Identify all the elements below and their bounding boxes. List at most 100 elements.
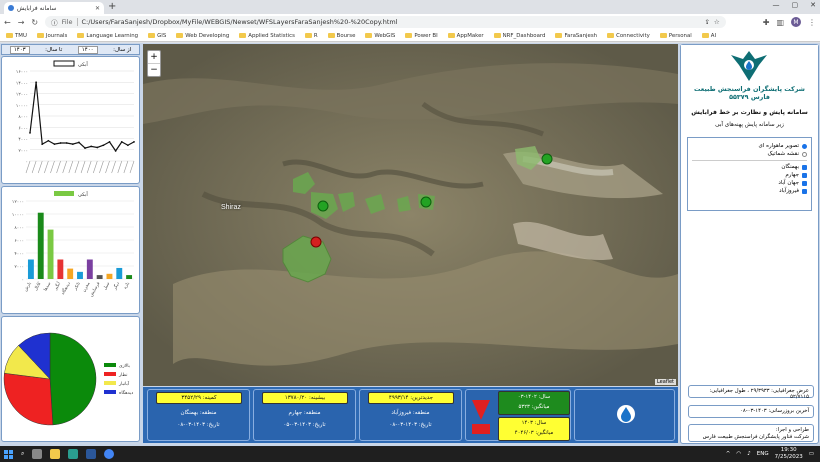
site-marker[interactable] [317,200,329,212]
legend-label: بالازی [119,364,130,369]
layer-item[interactable]: جهان آباد [692,180,807,186]
checkbox-icon[interactable] [802,180,807,186]
bar [27,259,34,279]
bookmark-item[interactable]: AI [701,33,716,39]
task-view-icon[interactable] [32,449,43,459]
bookmark-item[interactable]: Bourse [327,33,355,39]
share-icon[interactable]: ⇪ [704,18,709,26]
x-tick-label: سدها [43,281,52,292]
forward-icon[interactable]: → [18,18,25,27]
bar [126,275,133,279]
reload-icon[interactable]: ↻ [31,18,38,27]
file-explorer-icon[interactable] [50,449,61,459]
back-icon[interactable]: ← [4,18,11,27]
zoom-in-button[interactable]: + [148,51,160,64]
clock[interactable]: 19:30 7/25/2023 [775,447,803,461]
bookmark-item[interactable]: R [304,33,318,39]
to-year-label: تا سال: [45,46,63,53]
app-subtitle: زیر سامانه پایش پهنه‌های آبی [715,122,784,128]
bookmark-label: Web Developing [185,32,230,39]
volume-icon[interactable]: ♪ [747,451,751,457]
avatar[interactable]: M [791,17,801,27]
close-window-icon[interactable]: ✕ [810,1,816,9]
extensions-icon[interactable]: ✚ [763,18,770,27]
zoom-out-button[interactable]: − [148,64,160,76]
folder-icon [148,33,156,38]
latest-card: جدیدترین: ۴۹۹۳/۱۴ منطقه: فیروزآباد تاریخ… [359,389,462,441]
windows-start-icon[interactable] [4,449,13,459]
browser-tab[interactable]: سامانه فرابایش ✕ [4,2,104,14]
bookmark-item[interactable]: Personal [659,33,692,39]
address-bar[interactable]: ⓘ File C:/Users/FaraSanjesh/Dropbox/MyFi… [45,16,726,28]
bookmark-item[interactable]: Journals [36,32,68,39]
bookmark-item[interactable]: Connectivity [607,33,650,39]
y-tick-label: ۱۴۰۰۰ [16,81,28,86]
chrome-icon[interactable] [104,449,115,459]
layer-label: جهان آباد [778,180,799,186]
close-tab-icon[interactable]: ✕ [95,5,100,12]
language-indicator[interactable]: ENG [757,451,769,457]
x-tick-mark [117,160,123,174]
bookmark-item[interactable]: TMU [6,33,27,39]
prev-year-avg: میانگین: ۵۳۲۳ [518,404,550,410]
city-label: Shiraz [221,204,241,211]
data-point [29,131,31,134]
new-tab-icon[interactable]: + [108,2,116,12]
bookmark-item[interactable]: Web Developing [176,33,229,39]
sidebar-icon[interactable]: ▥ [776,18,784,27]
wifi-icon[interactable]: ◠ [736,451,741,457]
bar [67,268,74,279]
basemap-schematic[interactable]: نقشه شماتیک [692,151,807,157]
layer-item[interactable]: جهارم [692,172,807,178]
site-marker[interactable] [420,196,432,208]
bookmark-item[interactable]: GIS [148,33,166,39]
y-tick-label: ۰ [26,160,28,165]
radio-icon[interactable] [802,151,807,157]
window-controls: — ▢ ✕ [773,1,817,9]
bookmark-item[interactable]: Language Learning [77,33,138,39]
bookmark-item[interactable]: Applied Statistics [239,33,295,39]
latest-value: جدیدترین: ۴۹۹۳/۱۴ [368,392,454,404]
map-view[interactable]: Shiraz + − Leaflet [143,44,678,386]
word-icon[interactable] [86,449,97,459]
bookmark-label: Journals [45,32,68,39]
latest-region: منطقه: فیروزآباد [391,410,430,416]
checkbox-icon[interactable] [802,188,807,194]
site-marker[interactable] [541,153,553,165]
x-tick-mark [62,160,67,174]
checkbox-icon[interactable] [802,172,807,178]
folder-icon [701,33,709,38]
site-marker-red[interactable] [310,236,322,248]
maximize-icon[interactable]: ▢ [792,1,799,9]
curr-year: سال: ۱۴۰۳ [521,420,547,426]
url-scheme: File [62,18,78,26]
bookmark-item[interactable]: Power BI [405,33,438,39]
pie-chart-panel: بالازی نطار آبانبار دیدهگاه [1,316,140,442]
checkbox-icon[interactable] [802,164,807,170]
radio-icon[interactable] [802,143,807,149]
bookmark-item[interactable]: WebGIS [365,33,395,39]
map-attribution[interactable]: Leaflet [654,379,676,385]
to-year-select[interactable]: ۱۴۰۳ [9,45,30,54]
basemap-satellite[interactable]: تصویر ماهواره ای [692,143,807,149]
layer-item[interactable]: فیروزآباد [692,188,807,194]
layer-item[interactable]: بهمنگان [692,164,807,170]
star-icon[interactable]: ☆ [714,18,720,26]
app-icon[interactable] [68,449,79,459]
search-icon[interactable]: ⌕ [21,450,24,458]
folder-icon [6,33,13,38]
folder-icon [327,33,335,38]
from-year-select[interactable]: ۱۴۰۰ [77,45,98,54]
bookmark-item[interactable]: AppMaker [447,33,484,39]
bookmark-item[interactable]: NRF_Dashboard [493,33,545,39]
credits-company: شرکت فناور پایشگران فراسنجش طبیعت فارس [702,434,809,440]
legend-swatch [53,60,75,67]
notifications-icon[interactable]: ▭ [809,451,814,457]
chevron-up-icon[interactable]: ^ [726,451,731,457]
y-tick-label: ۸۰۰۰ [14,226,24,231]
basemap-label: تصویر ماهواره ای [758,143,799,149]
x-tick-mark [44,160,49,174]
bookmark-item[interactable]: FaraSanjesh [555,33,597,39]
menu-icon[interactable]: ⋮ [808,18,816,27]
minimize-icon[interactable]: — [773,1,780,9]
